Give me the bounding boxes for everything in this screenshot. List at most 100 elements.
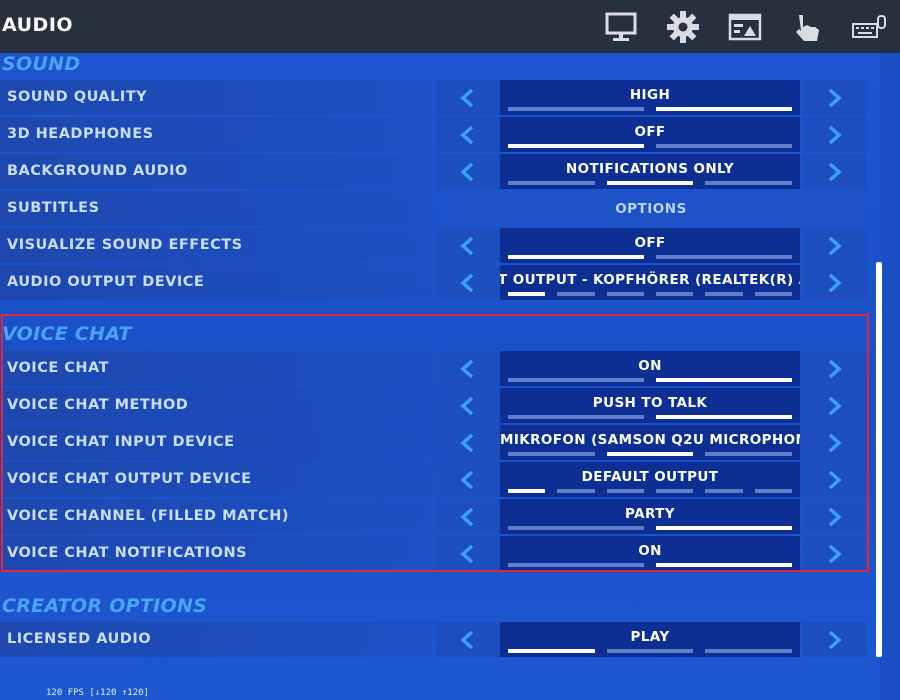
- previous-option-button[interactable]: [436, 499, 500, 534]
- option-value-box: MIKROFON (SAMSON Q2U MICROPHONE): [500, 425, 800, 460]
- previous-option-button[interactable]: [436, 117, 500, 152]
- tab-video[interactable]: [714, 0, 776, 53]
- setting-label: VOICE CHAT: [7, 360, 110, 376]
- tab-display[interactable]: [590, 0, 652, 53]
- arrow-left-icon: [460, 162, 474, 181]
- option-tick: [557, 489, 595, 493]
- previous-option-button[interactable]: [436, 154, 500, 189]
- arrow-right-icon: [828, 507, 842, 526]
- option-tick: [656, 415, 792, 419]
- top-bar: AUDIO: [0, 0, 900, 53]
- option-value: OFF: [634, 124, 666, 140]
- tab-touch[interactable]: [776, 0, 838, 53]
- option-tick: [705, 292, 743, 296]
- option-tick: [508, 649, 595, 653]
- option-indicator: [508, 144, 792, 148]
- option-tick: [606, 181, 694, 185]
- arrow-right-icon: [828, 88, 842, 107]
- subtitles-options-button[interactable]: OPTIONS: [436, 191, 866, 226]
- setting-row-voice-chat-notifications: VOICE CHAT NOTIFICATIONS ON: [0, 536, 866, 571]
- option-value-box: ON: [500, 536, 800, 571]
- option-tick: [508, 144, 644, 148]
- previous-option-button[interactable]: [436, 265, 500, 300]
- option-tick: [606, 452, 694, 456]
- settings-tabs: [590, 0, 900, 53]
- option-value: OFF: [634, 235, 666, 251]
- arrow-left-icon: [460, 359, 474, 378]
- setting-row-voice-chat-method: VOICE CHAT METHOD PUSH TO TALK: [0, 388, 866, 423]
- next-option-button[interactable]: [802, 536, 866, 571]
- option-tick: [508, 415, 644, 419]
- setting-label: VISUALIZE SOUND EFFECTS: [7, 237, 243, 253]
- previous-option-button[interactable]: [436, 462, 500, 497]
- display-settings-icon: [728, 13, 762, 40]
- next-option-button[interactable]: [802, 80, 866, 115]
- scrollbar-thumb[interactable]: [876, 262, 882, 657]
- option-tick: [705, 181, 793, 185]
- previous-option-button[interactable]: [436, 425, 500, 460]
- option-tick: [508, 526, 644, 530]
- option-value: PARTY: [625, 506, 675, 522]
- fps-counter: 120 FPS [↓120 ↑120]: [46, 688, 149, 698]
- next-option-button[interactable]: [802, 154, 866, 189]
- option-tick: [606, 649, 694, 653]
- arrow-left-icon: [460, 88, 474, 107]
- option-indicator: [508, 452, 793, 456]
- next-option-button[interactable]: [802, 388, 866, 423]
- option-tick: [705, 649, 793, 653]
- arrow-right-icon: [828, 273, 842, 292]
- setting-row-subtitles: SUBTITLES OPTIONS: [0, 191, 866, 226]
- setting-row-3d-headphones: 3D HEADPHONES OFF: [0, 117, 866, 152]
- next-option-button[interactable]: [802, 499, 866, 534]
- setting-row-voice-chat-output-device: VOICE CHAT OUTPUT DEVICE DEFAULT OUTPUT: [0, 462, 866, 497]
- arrow-left-icon: [460, 236, 474, 255]
- arrow-right-icon: [828, 236, 842, 255]
- next-option-button[interactable]: [802, 228, 866, 263]
- arrow-left-icon: [460, 273, 474, 292]
- option-tick: [656, 563, 792, 567]
- option-tick: [656, 255, 792, 259]
- next-option-button[interactable]: [802, 425, 866, 460]
- arrow-right-icon: [828, 162, 842, 181]
- setting-label: SUBTITLES: [7, 200, 100, 216]
- setting-row-audio-output-device: AUDIO OUTPUT DEVICE T OUTPUT - KOPFHÖRER…: [0, 265, 866, 300]
- arrow-right-icon: [828, 630, 842, 649]
- next-option-button[interactable]: [802, 622, 866, 657]
- next-option-button[interactable]: [802, 117, 866, 152]
- previous-option-button[interactable]: [436, 388, 500, 423]
- arrow-right-icon: [828, 396, 842, 415]
- section-sound: SOUND: [2, 53, 81, 75]
- option-tick: [508, 181, 595, 185]
- option-value: ON: [638, 358, 662, 374]
- option-value-box: ON: [500, 351, 800, 386]
- option-tick: [508, 107, 644, 111]
- setting-row-visualize-sound-effects: VISUALIZE SOUND EFFECTS OFF: [0, 228, 866, 263]
- next-option-button[interactable]: [802, 351, 866, 386]
- option-indicator: [508, 292, 792, 296]
- arrow-right-icon: [828, 470, 842, 489]
- tab-keyboard-mouse[interactable]: [838, 0, 900, 53]
- setting-label: AUDIO OUTPUT DEVICE: [7, 274, 205, 290]
- setting-row-licensed-audio: LICENSED AUDIO PLAY: [0, 622, 866, 657]
- tab-game-settings[interactable]: [652, 0, 714, 53]
- setting-label: VOICE CHAT NOTIFICATIONS: [7, 545, 248, 561]
- option-value-box: T OUTPUT - KOPFHÖRER (REALTEK(R) AUDIO: [500, 265, 800, 300]
- option-tick: [508, 292, 546, 296]
- setting-row-voice-chat-input-device: VOICE CHAT INPUT DEVICE MIKROFON (SAMSON…: [0, 425, 866, 460]
- option-tick: [606, 489, 644, 493]
- next-option-button[interactable]: [802, 462, 866, 497]
- arrow-left-icon: [460, 507, 474, 526]
- previous-option-button[interactable]: [436, 536, 500, 571]
- option-value: NOTIFICATIONS ONLY: [565, 161, 735, 177]
- arrow-right-icon: [828, 125, 842, 144]
- previous-option-button[interactable]: [436, 228, 500, 263]
- previous-option-button[interactable]: [436, 622, 500, 657]
- previous-option-button[interactable]: [436, 351, 500, 386]
- setting-label: 3D HEADPHONES: [7, 126, 154, 142]
- next-option-button[interactable]: [802, 265, 866, 300]
- arrow-right-icon: [828, 544, 842, 563]
- option-tick: [557, 292, 595, 296]
- option-indicator: [508, 107, 792, 111]
- previous-option-button[interactable]: [436, 80, 500, 115]
- option-value-box: OFF: [500, 228, 800, 263]
